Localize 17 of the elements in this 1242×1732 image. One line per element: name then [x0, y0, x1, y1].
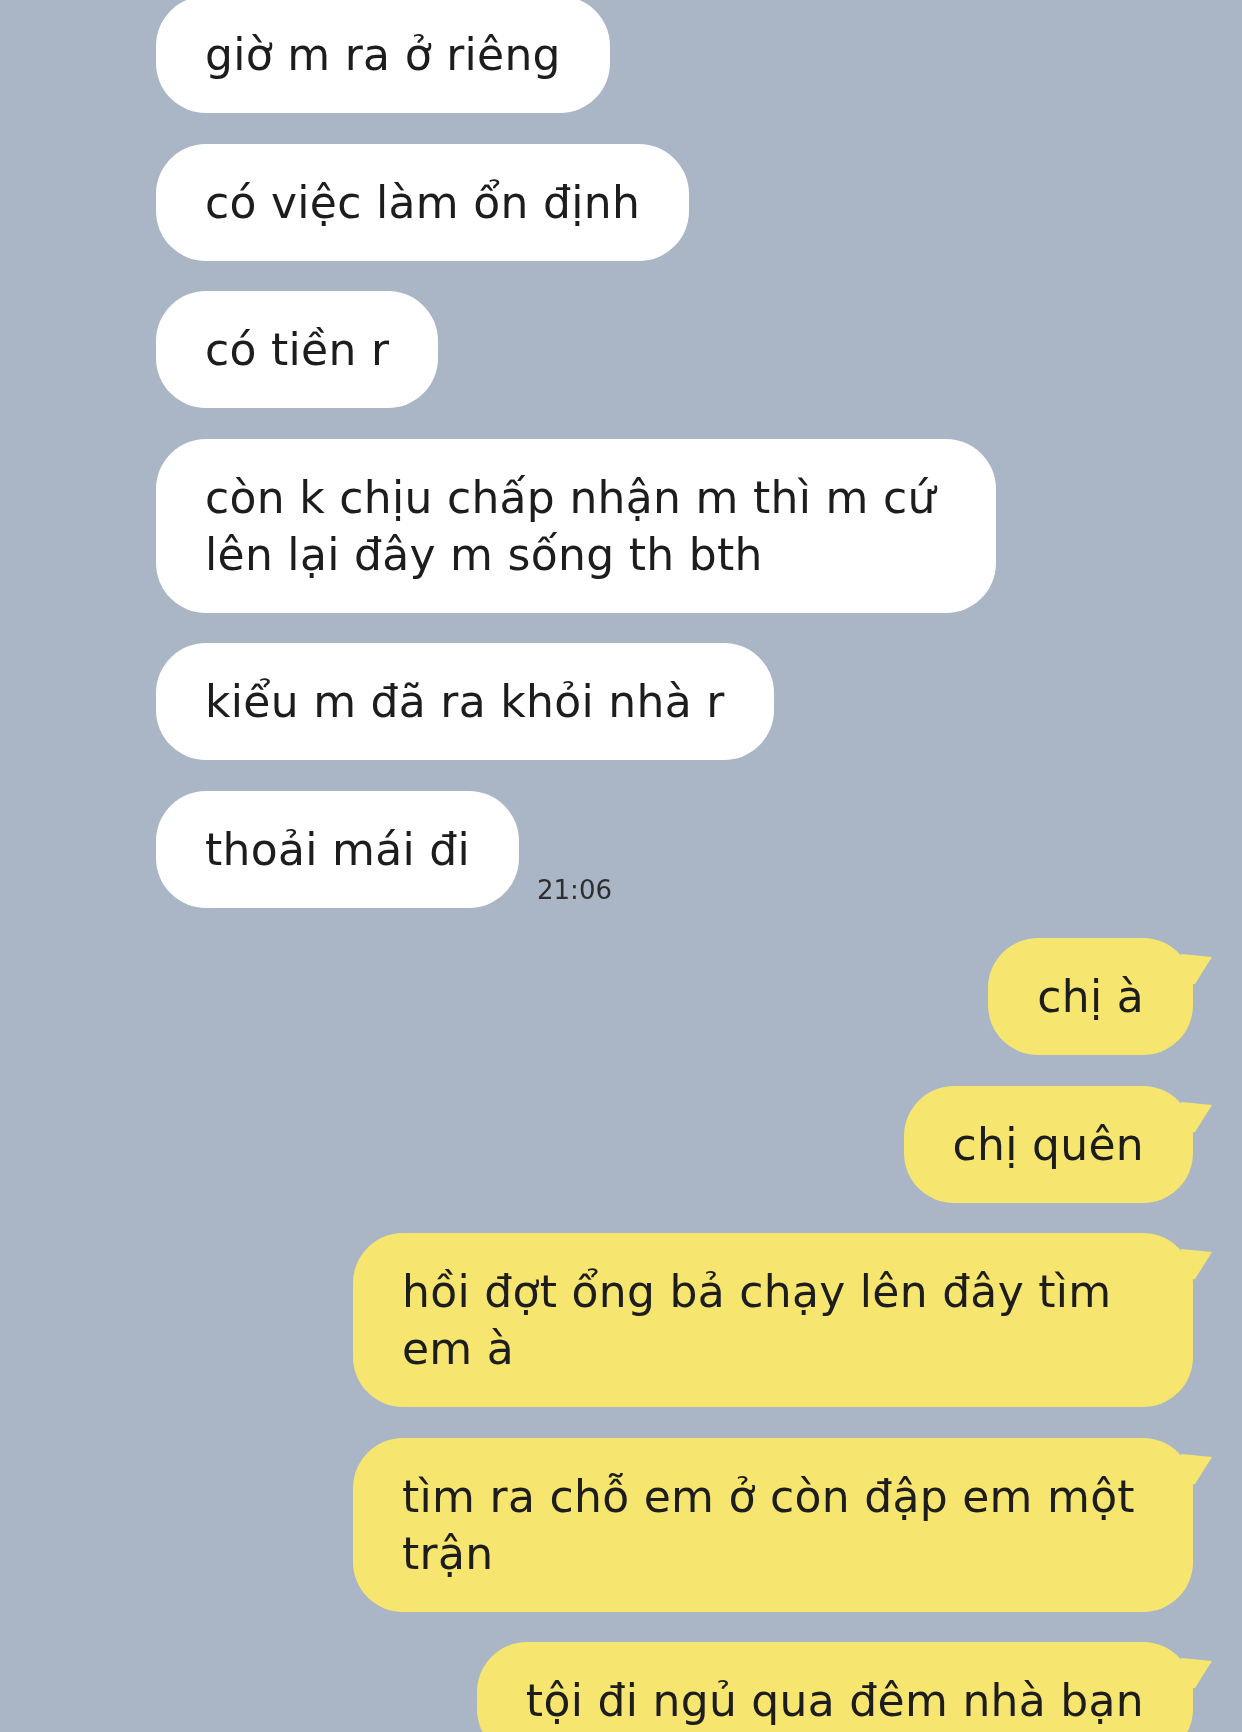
message-bubble: chị quên — [903, 1085, 1193, 1203]
message-bubble: có việc làm ổn định — [156, 143, 690, 261]
message-bubble: còn k chịu chấp nhận m thì m cứ lên lại đây m sống th bth — [156, 438, 996, 613]
bubble-tail-icon — [1181, 1101, 1212, 1134]
bubble-tail-icon — [1181, 1453, 1212, 1486]
message-bubble: kiểu m đã ra khỏi nhà r — [156, 643, 774, 760]
message-bubble: chị à — [988, 938, 1193, 1055]
bubble-tail-icon — [1181, 1249, 1212, 1281]
bubble-tail-icon — [1181, 1658, 1212, 1690]
message-bubble: hồi đợt ổng bả chạy lên đây tìm em à — [353, 1233, 1193, 1407]
message-bubble: có tiền r — [156, 291, 439, 408]
message-time: 21:06 — [537, 873, 612, 907]
bubble-tail-icon — [1181, 954, 1212, 986]
message-bubble: thoải mái đi — [156, 790, 520, 908]
message-bubble: giờ m ra ở riêng — [156, 0, 610, 113]
message-bubble: tội đi ngủ qua đêm nhà bạn — [476, 1642, 1193, 1732]
message-bubble: tìm ra chỗ em ở còn đập em một trận — [353, 1437, 1193, 1612]
